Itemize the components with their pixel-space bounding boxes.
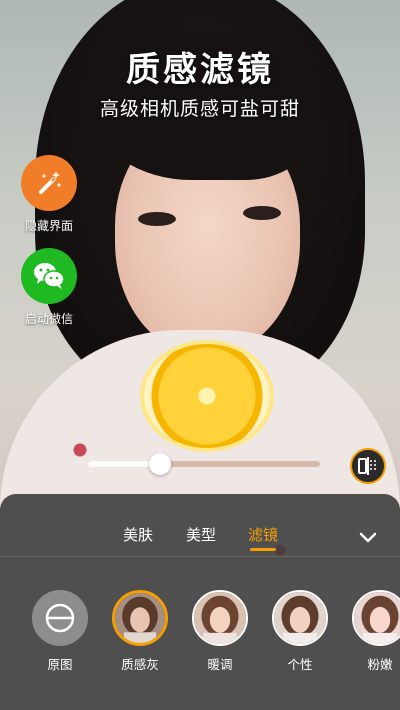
filter-original[interactable]: 原图 <box>30 590 90 673</box>
hide-ui-label: 隐藏界面 <box>24 219 73 233</box>
tab-skin[interactable]: 美肤 <box>123 524 153 545</box>
tab-skin-label: 美肤 <box>123 526 154 544</box>
portrait-eye-right <box>243 206 281 220</box>
tab-shape-label: 美型 <box>186 526 217 544</box>
launch-wechat-label: 启动微信 <box>24 312 73 326</box>
filter-pink[interactable]: 粉嫩 <box>350 590 400 673</box>
beauty-panel: 美肤 美型 滤镜 原图 质感灰 暖调 个性 粉嫩 <box>0 494 400 710</box>
filter-texture-gray-thumb[interactable] <box>112 590 168 646</box>
filter-list: 原图 质感灰 暖调 个性 粉嫩 <box>0 590 400 710</box>
launch-wechat-button[interactable]: 启动微信 <box>20 248 78 327</box>
filter-warm-thumb[interactable] <box>192 590 248 646</box>
portrait-eye-left <box>138 212 176 226</box>
filter-personality[interactable]: 个性 <box>270 590 330 673</box>
filter-texture-gray-label: 质感灰 <box>121 657 159 672</box>
filter-intensity-slider[interactable] <box>88 453 320 475</box>
portrait-thumbnail <box>274 592 326 644</box>
page-subtitle: 高级相机质感可盐可甜 <box>99 98 300 120</box>
no-filter-icon <box>45 603 75 633</box>
portrait-thumbnail <box>194 592 246 644</box>
compare-button[interactable] <box>350 448 386 484</box>
lemon-slice <box>140 340 274 452</box>
hide-ui-button-circle[interactable] <box>21 155 77 211</box>
slider-thumb[interactable] <box>148 453 171 475</box>
launch-wechat-button-circle[interactable] <box>21 248 77 304</box>
tab-filter-label: 滤镜 <box>248 526 279 544</box>
filter-warm[interactable]: 暖调 <box>190 590 250 673</box>
filter-pink-thumb[interactable] <box>352 590 400 646</box>
page-title: 质感滤镜 <box>126 50 274 90</box>
portrait-thumbnail <box>115 593 165 643</box>
tab-shape[interactable]: 美型 <box>186 524 216 545</box>
tab-filter[interactable]: 滤镜 <box>248 524 279 551</box>
filter-warm-label: 暖调 <box>207 657 233 672</box>
filter-personality-label: 个性 <box>287 657 313 672</box>
compare-icon <box>358 457 376 475</box>
filter-original-label: 原图 <box>47 657 73 672</box>
filter-original-thumb[interactable] <box>32 590 88 646</box>
filter-texture-gray[interactable]: 质感灰 <box>110 590 170 673</box>
panel-divider <box>0 556 400 557</box>
chevron-down-icon[interactable] <box>358 530 378 544</box>
magic-wand-icon <box>39 171 61 194</box>
filter-personality-thumb[interactable] <box>272 590 328 646</box>
tab-active-indicator <box>250 548 277 551</box>
beauty-tabs: 美肤 美型 滤镜 <box>0 524 400 554</box>
filter-pink-label: 粉嫩 <box>367 657 393 672</box>
portrait-thumbnail <box>354 592 400 644</box>
hide-ui-button[interactable]: 隐藏界面 <box>20 155 78 234</box>
wechat-icon <box>34 263 65 289</box>
